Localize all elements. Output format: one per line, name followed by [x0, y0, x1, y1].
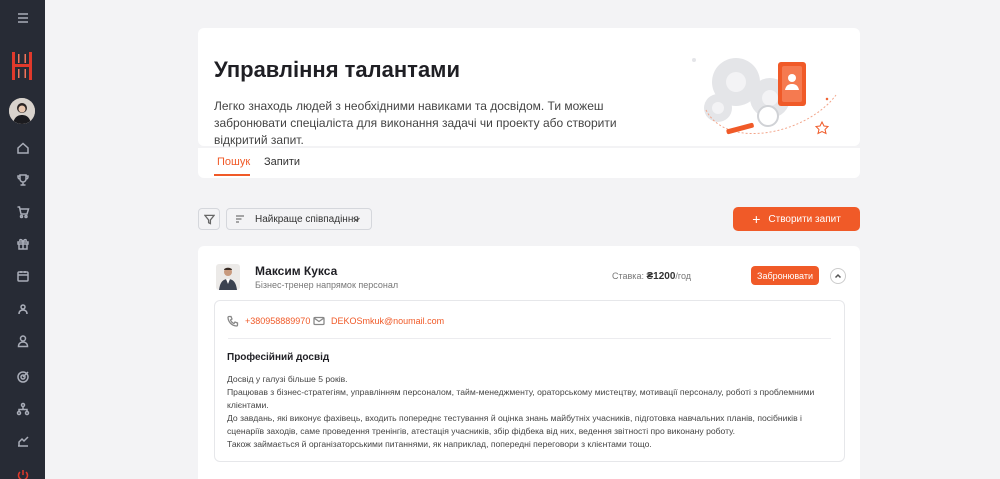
talent-name: Максим Кукса [255, 264, 338, 278]
tab-requests[interactable]: Запити [264, 156, 300, 168]
user-icon[interactable] [0, 330, 45, 352]
chevron-up-icon [834, 273, 842, 279]
create-request-label: Створити запит [768, 213, 841, 225]
chart-icon[interactable] [0, 430, 45, 452]
cart-icon[interactable] [0, 201, 45, 223]
phone-number[interactable]: +380958889970 [245, 316, 310, 326]
sort-label: Найкраще співпадіння [255, 213, 359, 225]
sidebar [0, 0, 45, 479]
book-button[interactable]: Забронювати [751, 266, 819, 285]
mail-icon [313, 316, 325, 326]
tabs: Пошук Запити [198, 148, 860, 178]
filter-button[interactable] [198, 208, 220, 230]
page-description: Легко знаходь людей з необхідними навика… [214, 99, 617, 147]
experience-line: Досвід у галузі більше 5 років. [227, 374, 348, 384]
tab-search[interactable]: Пошук [217, 156, 250, 168]
rate-label: Ставка: [612, 271, 644, 281]
logo-icon [12, 52, 32, 80]
talent-card: Максим Кукса Бізнес-тренер напрямок перс… [198, 246, 860, 479]
target-icon[interactable] [0, 366, 45, 388]
power-icon[interactable] [0, 464, 45, 479]
talent-details: +380958889970 DEKOSmkuk@noumail.com Проф… [214, 300, 845, 462]
menu-icon[interactable] [0, 7, 45, 29]
talent-illustration [692, 58, 837, 135]
user-avatar[interactable] [9, 98, 35, 124]
chevron-down-icon [353, 217, 360, 222]
talent-role: Бізнес-тренер напрямок персонал [255, 280, 399, 290]
filter-icon [203, 214, 215, 225]
trophy-icon[interactable] [0, 169, 45, 191]
users-icon[interactable] [0, 298, 45, 320]
sort-select[interactable]: Найкраще співпадіння [226, 208, 372, 230]
hero-card: Управління талантами Легко знаходь людей… [198, 28, 860, 147]
create-request-button[interactable]: + Створити запит [733, 207, 860, 231]
rate-value: ₴1200 [646, 271, 676, 282]
talent-rate: Ставка: ₴1200/год [612, 271, 691, 282]
collapse-button[interactable] [830, 268, 846, 284]
sort-icon [236, 215, 244, 223]
experience-line: До завдань, які виконує фахівець, входит… [227, 413, 802, 436]
calendar-icon[interactable] [0, 265, 45, 287]
page-title: Управління талантами [214, 57, 460, 82]
talent-avatar [216, 264, 240, 290]
gift-icon[interactable] [0, 233, 45, 255]
experience-line: Працював з бізнес-стратегіям, управління… [227, 387, 815, 410]
hierarchy-icon[interactable] [0, 398, 45, 420]
email-contact[interactable]: DEKOSmkuk@noumail.com [313, 315, 444, 327]
experience-line: Також займається й організаторськими пит… [227, 439, 652, 449]
divider [228, 338, 831, 339]
plus-icon: + [752, 211, 761, 227]
phone-icon [227, 315, 239, 327]
rate-unit: /год [675, 271, 692, 281]
phone-contact[interactable]: +380958889970 [227, 315, 310, 327]
experience-text: Досвід у галузі більше 5 років. Працював… [227, 373, 827, 451]
email-address[interactable]: DEKOSmkuk@noumail.com [331, 316, 444, 326]
active-tab-indicator [214, 174, 250, 176]
home-icon[interactable] [0, 137, 45, 159]
experience-title: Професійний досвід [227, 352, 330, 363]
